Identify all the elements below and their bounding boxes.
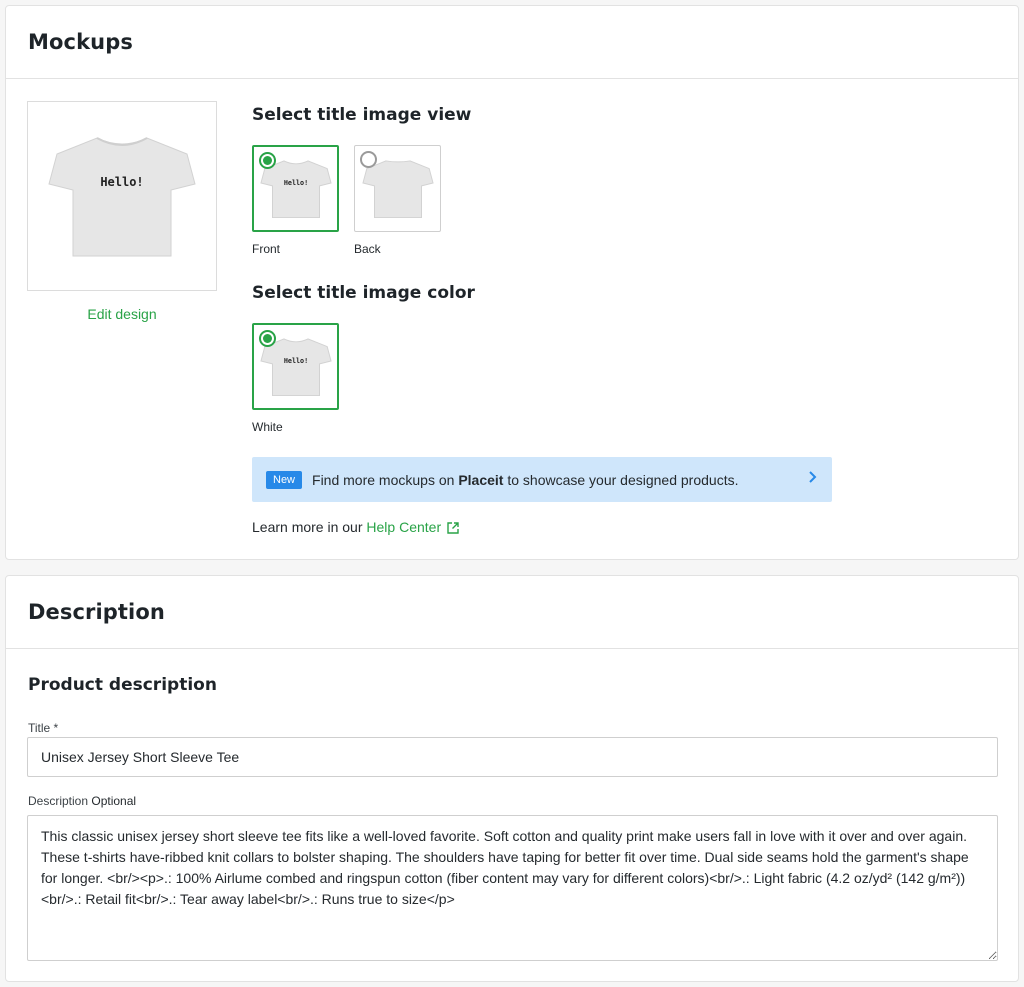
radio-back[interactable] — [360, 151, 377, 168]
description-card: Description Product description Title * … — [5, 575, 1019, 982]
view-section-title: Select title image view — [252, 105, 472, 125]
preview-print-text: Hello! — [100, 175, 143, 189]
color-option-white[interactable]: Hello! — [252, 323, 339, 410]
view-option-back[interactable] — [354, 145, 441, 232]
description-textarea[interactable]: This classic unisex jersey short sleeve … — [27, 815, 998, 961]
title-input[interactable] — [27, 737, 998, 777]
banner-text: Find more mockups on Placeit to showcase… — [312, 471, 739, 488]
placeit-banner[interactable]: New Find more mockups on Placeit to show… — [252, 457, 832, 502]
radio-front[interactable] — [259, 152, 276, 169]
view-option-front[interactable]: Hello! — [252, 145, 339, 232]
optional-tag: Optional — [91, 794, 137, 808]
description-field-label: Description Optional — [28, 794, 137, 808]
description-header: Description — [6, 576, 1018, 649]
chevron-right-icon[interactable] — [808, 470, 818, 489]
new-badge: New — [266, 470, 303, 489]
mockups-card: Mockups Hello! Edit design Select title … — [5, 5, 1019, 560]
front-thumb-print-text: Hello! — [283, 178, 307, 186]
tshirt-back-thumb — [361, 159, 434, 218]
description-title: Description — [28, 600, 165, 624]
learn-more-line: Learn more in our Help Center — [252, 519, 459, 537]
help-center-link[interactable]: Help Center — [366, 519, 441, 535]
mockups-header: Mockups — [6, 6, 1018, 79]
view-label-front: Front — [252, 242, 281, 256]
white-thumb-print-text: Hello! — [283, 356, 307, 364]
view-label-back: Back — [354, 242, 381, 256]
mockups-title: Mockups — [28, 30, 133, 54]
placeit-name: Placeit — [458, 471, 504, 488]
title-field-label: Title * — [28, 721, 59, 735]
mockup-preview: Hello! — [27, 101, 217, 291]
external-link-icon[interactable] — [447, 521, 459, 537]
tshirt-front-image: Hello! — [48, 136, 196, 256]
edit-design-link[interactable]: Edit design — [27, 306, 217, 322]
product-description-title: Product description — [28, 675, 217, 695]
color-label-white: White — [252, 420, 283, 434]
radio-white[interactable] — [259, 330, 276, 347]
color-section-title: Select title image color — [252, 283, 475, 303]
